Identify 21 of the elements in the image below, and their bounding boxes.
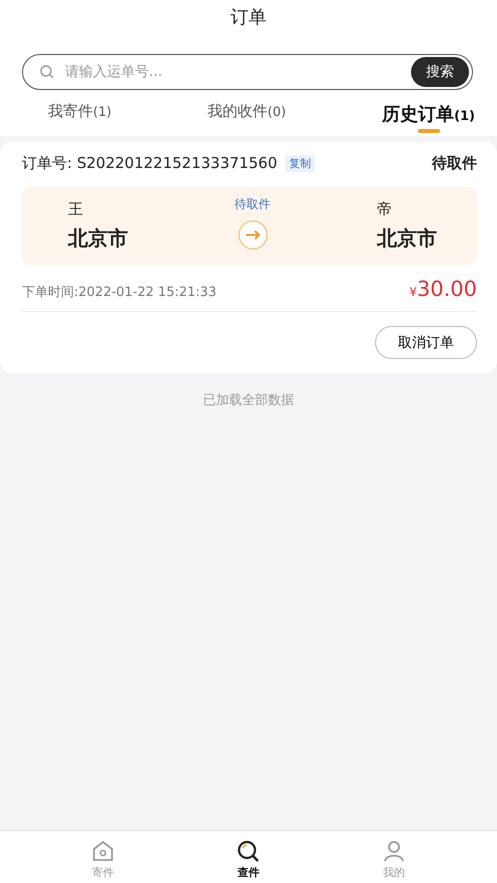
all-loaded-note: 已加载全部数据 [203, 392, 294, 409]
page-title: 订单 [230, 6, 268, 30]
order-time: 下单时间:2022-01-22 15:21:33 [22, 284, 216, 301]
sender-name: 王 [68, 200, 84, 219]
search-field[interactable]: 请输入运单号... 搜索 [22, 54, 473, 90]
route-status: 待取件 [234, 196, 270, 212]
receiver-name: 帝 [377, 200, 393, 219]
order-tab[interactable]: 我的收件(0) [208, 102, 286, 136]
search-icon [39, 64, 55, 80]
nav-tab[interactable]: 查件 [213, 831, 284, 883]
sender-city: 北京市 [68, 225, 128, 252]
search-button[interactable]: 搜索 [411, 57, 469, 87]
order-number: 订单号: S20220122152133371560 [22, 154, 278, 173]
order-tab[interactable]: 我寄件(1) [48, 102, 112, 136]
order-status: 待取件 [432, 154, 477, 173]
order-tab[interactable]: 历史订单(1) [382, 102, 475, 136]
receiver-city: 北京市 [377, 225, 437, 252]
cancel-order-button[interactable]: 取消订单 [375, 326, 477, 359]
order-price: ¥30.00 [409, 277, 477, 301]
copy-button[interactable]: 复制 [285, 155, 316, 172]
search-icon [235, 839, 262, 863]
